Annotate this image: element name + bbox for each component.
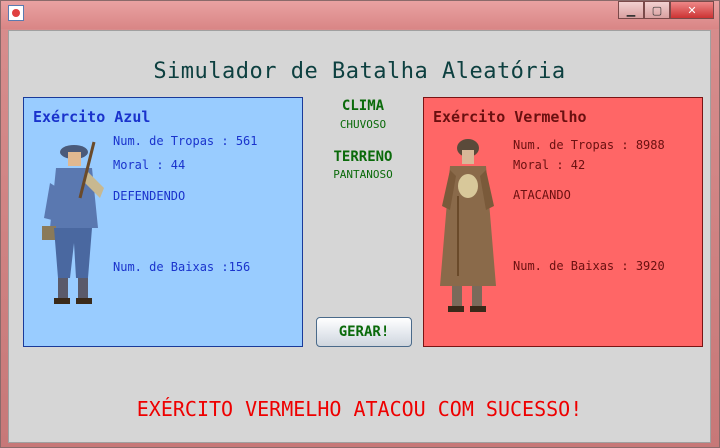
blue-troops-count: Num. de Tropas : 561 <box>113 134 258 148</box>
blue-casualties: Num. de Baixas :156 <box>113 260 251 274</box>
title-bar[interactable]: ▁ ▢ ✕ <box>1 1 719 29</box>
climate-value: CHUVOSO <box>339 118 387 131</box>
terrain-value: PANTANOSO <box>333 168 393 181</box>
climate-label: CLIMA <box>341 98 385 114</box>
red-troops-count: Num. de Tropas : 8988 <box>513 138 665 152</box>
generate-button[interactable]: GERAR! <box>316 317 412 347</box>
window-controls: ▁ ▢ ✕ <box>618 1 714 21</box>
battle-result-message: EXÉRCITO VERMELHO ATACOU COM SUCESSO! <box>136 397 583 421</box>
minimize-button[interactable]: ▁ <box>618 1 644 19</box>
blue-army-panel: Exército Azul Num. de Tropas : 561 Moral… <box>23 97 303 347</box>
blue-status: DEFENDENDO <box>113 189 186 203</box>
maximize-button[interactable]: ▢ <box>644 1 670 19</box>
red-morale: Moral : 42 <box>513 158 586 172</box>
close-button[interactable]: ✕ <box>670 1 714 19</box>
blue-army-title: Exército Azul <box>33 108 151 126</box>
red-status: ATACANDO <box>513 188 571 202</box>
red-army-panel: Exército Vermelho Num. de Tropas : 8988 … <box>423 97 703 347</box>
red-soldier-illustration <box>440 139 496 312</box>
red-army-title: Exército Vermelho <box>433 108 587 126</box>
terrain-label: TERRENO <box>333 149 393 165</box>
java-app-icon[interactable] <box>8 5 24 21</box>
content-area: Simulador de Batalha Aleatória Exército … <box>8 30 711 443</box>
blue-soldier-illustration <box>42 141 104 304</box>
page-title: Simulador de Batalha Aleatória <box>153 59 566 84</box>
blue-morale: Moral : 44 <box>113 158 186 172</box>
app-window: ▁ ▢ ✕ Simulador de Batalha Aleatória Exé… <box>0 0 720 448</box>
red-casualties: Num. de Baixas : 3920 <box>513 259 665 273</box>
